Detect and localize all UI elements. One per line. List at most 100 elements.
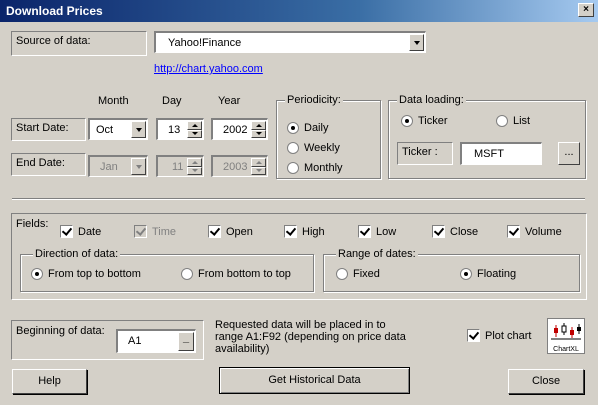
- fields-label: Fields:: [16, 218, 49, 230]
- periodicity-monthly-label: Monthly: [304, 162, 343, 174]
- loading-list-radio[interactable]: List: [496, 115, 530, 127]
- start-day-up-button[interactable]: [187, 121, 202, 130]
- end-day-spinner[interactable]: 11: [156, 155, 204, 177]
- end-month-dropdown-button[interactable]: [131, 158, 146, 175]
- arrow-down-icon: [255, 132, 262, 136]
- start-month-select[interactable]: Oct: [88, 118, 148, 140]
- periodicity-monthly-radio[interactable]: Monthly: [287, 162, 343, 174]
- field-date-checkbox[interactable]: Date: [60, 225, 101, 238]
- chart-icon: [551, 323, 581, 340]
- range-title: Range of dates:: [336, 248, 418, 260]
- arrow-down-icon: [191, 169, 198, 173]
- end-month-select[interactable]: Jan: [88, 155, 148, 177]
- range-fixed-radio[interactable]: Fixed: [336, 268, 380, 280]
- start-date-label-box: Start Date:: [11, 118, 86, 141]
- help-button-label: Help: [38, 375, 61, 387]
- field-volume-checkbox[interactable]: Volume: [507, 225, 562, 238]
- periodicity-group: Periodicity: Daily Weekly Monthly: [276, 94, 381, 179]
- chevron-down-icon: [135, 164, 142, 169]
- radio-icon: [287, 162, 299, 174]
- periodicity-weekly-radio[interactable]: Weekly: [287, 142, 340, 154]
- arrow-up-icon: [255, 160, 262, 164]
- field-close-label: Close: [450, 225, 479, 238]
- start-year-value: 2002: [223, 124, 248, 136]
- ticker-label-box: Ticker :: [397, 142, 453, 165]
- fields-panel: Fields: Date Time Open High Low Close Vo…: [11, 213, 587, 300]
- field-open-checkbox[interactable]: Open: [208, 225, 253, 238]
- periodicity-daily-label: Daily: [304, 122, 329, 134]
- help-button[interactable]: Help: [12, 369, 87, 394]
- end-day-up-button[interactable]: [187, 158, 202, 167]
- field-low-checkbox[interactable]: Low: [358, 225, 396, 238]
- loading-ticker-radio[interactable]: Ticker: [401, 115, 448, 127]
- field-volume-label: Volume: [525, 225, 562, 238]
- beginning-label: Beginning of data:: [16, 325, 105, 337]
- beginning-value: A1: [128, 335, 142, 347]
- data-loading-title: Data loading:: [397, 94, 466, 106]
- field-time-checkbox[interactable]: Time: [134, 225, 176, 238]
- checkbox-checked-icon: [60, 225, 73, 238]
- chartxl-logo: ChartXL: [547, 318, 585, 354]
- arrow-down-icon: [191, 132, 198, 136]
- month-header: Month: [98, 95, 129, 107]
- data-loading-group: Data loading: Ticker List Ticker : MSFT …: [388, 94, 586, 179]
- end-month-value: Jan: [100, 161, 118, 173]
- end-date-label: End Date:: [16, 157, 65, 169]
- end-year-spinner[interactable]: 2003: [211, 155, 268, 177]
- end-year-down-button[interactable]: [251, 166, 266, 175]
- direction-top-label: From top to bottom: [48, 268, 141, 280]
- range-fixed-label: Fixed: [353, 268, 380, 280]
- radio-selected-icon: [460, 268, 472, 280]
- field-open-label: Open: [226, 225, 253, 238]
- field-high-checkbox[interactable]: High: [284, 225, 325, 238]
- start-day-value: 13: [168, 124, 181, 136]
- field-high-label: High: [302, 225, 325, 238]
- periodicity-daily-radio[interactable]: Daily: [287, 122, 328, 134]
- title-bar: Download Prices: [0, 0, 598, 22]
- start-month-dropdown-button[interactable]: [131, 121, 146, 138]
- beginning-input[interactable]: A1 _: [116, 329, 196, 353]
- plot-chart-checkbox[interactable]: Plot chart: [467, 329, 531, 342]
- beginning-panel: Beginning of data: A1 _: [11, 320, 204, 360]
- window-title: Download Prices: [6, 4, 103, 18]
- direction-bottom-radio[interactable]: From bottom to top: [181, 268, 291, 280]
- start-year-down-button[interactable]: [251, 129, 266, 138]
- get-historical-data-button[interactable]: Get Historical Data: [219, 367, 410, 394]
- source-link[interactable]: http://chart.yahoo.com: [154, 63, 263, 75]
- source-select[interactable]: Yahoo!Finance: [154, 31, 426, 53]
- ellipsis-icon: ...: [564, 146, 574, 158]
- close-icon: ×: [583, 4, 589, 15]
- get-historical-data-label: Get Historical Data: [268, 374, 361, 386]
- start-day-down-button[interactable]: [187, 129, 202, 138]
- start-month-value: Oct: [96, 124, 114, 136]
- end-year-value: 2003: [223, 161, 248, 173]
- end-year-up-button[interactable]: [251, 158, 266, 167]
- day-header: Day: [162, 95, 182, 107]
- ticker-input[interactable]: MSFT: [460, 142, 542, 165]
- checkbox-checked-icon: [467, 329, 480, 342]
- checkbox-checked-icon: [358, 225, 371, 238]
- checkbox-checked-icon: [208, 225, 221, 238]
- arrow-up-icon: [191, 160, 198, 164]
- range-select-button[interactable]: _: [178, 332, 194, 351]
- ticker-browse-button[interactable]: ...: [558, 142, 580, 165]
- close-button-label: Close: [531, 375, 561, 387]
- range-floating-label: Floating: [477, 268, 517, 280]
- separator: [12, 198, 585, 200]
- start-year-spinner[interactable]: 2002: [211, 118, 268, 140]
- end-day-down-button[interactable]: [187, 166, 202, 175]
- chartxl-label: ChartXL: [553, 346, 579, 353]
- source-dropdown-button[interactable]: [409, 34, 424, 51]
- direction-top-radio[interactable]: From top to bottom: [31, 268, 141, 280]
- start-day-spinner[interactable]: 13: [156, 118, 204, 140]
- close-button[interactable]: Close: [508, 369, 584, 394]
- range-floating-radio[interactable]: Floating: [460, 268, 516, 280]
- start-year-up-button[interactable]: [251, 121, 266, 130]
- checkbox-checked-icon: [507, 225, 520, 238]
- ticker-value: MSFT: [474, 148, 504, 160]
- arrow-down-icon: [255, 169, 262, 173]
- radio-icon: [287, 142, 299, 154]
- close-window-button[interactable]: ×: [578, 3, 594, 17]
- loading-ticker-label: Ticker: [418, 115, 448, 127]
- field-close-checkbox[interactable]: Close: [432, 225, 478, 238]
